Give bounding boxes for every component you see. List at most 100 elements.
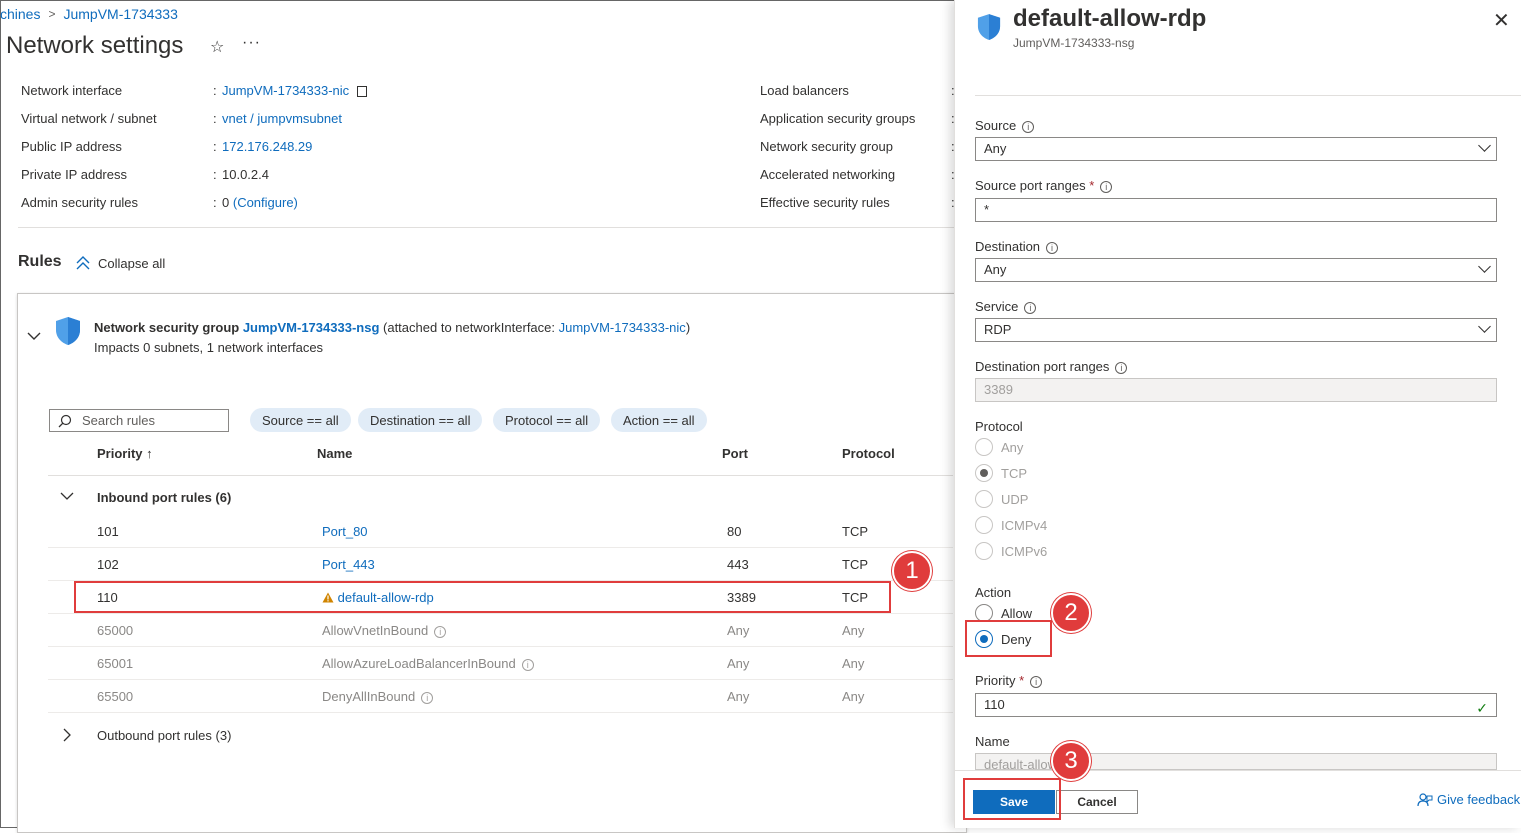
info-icon[interactable]: i [421,691,434,704]
source-port-ranges-input[interactable]: * [975,198,1497,222]
favorite-star-icon[interactable]: ☆ [210,37,224,57]
source-port-ranges-label: Source port ranges * i [975,178,1113,193]
info-icon[interactable]: i [1024,301,1037,314]
feedback-icon [1417,792,1433,806]
column-header-protocol[interactable]: Protocol [842,446,895,461]
source-value: Any [984,141,1007,156]
essentials-label: Network security group [760,139,893,154]
divider [18,227,958,228]
collapse-chevrons-icon [76,256,90,270]
rule-name-cell: AllowAzureLoadBalancerInBound i [322,656,534,671]
breadcrumb-virtual-machines[interactable]: chines [0,6,40,22]
protocol-option-icmpv6[interactable]: ICMPv6 [975,542,1047,560]
destination-value: Any [984,262,1007,277]
configure-link[interactable]: (Configure) [233,195,298,210]
colon: : [213,139,217,154]
radio-label: ICMPv4 [1001,517,1048,533]
radio-label: ICMPv6 [1001,543,1048,559]
rules-heading: Rules [18,253,62,270]
table-row[interactable]: 102 Port_443 443 TCP [48,548,953,581]
nsg-attached-text: (attached to networkInterface: [383,320,555,335]
cell-priority: 102 [97,557,119,572]
info-icon[interactable]: i [434,625,447,638]
cell-protocol: Any [842,656,865,671]
protocol-label: Protocol [975,419,1023,434]
colon: : [213,195,217,210]
nsg-name-link[interactable]: JumpVM-1734333-nsg [243,320,380,335]
service-value: RDP [984,322,1012,337]
rule-name-link[interactable]: Port_80 [322,524,368,539]
cell-priority: 65000 [97,623,134,638]
panel-subtitle: JumpVM-1734333-nsg [1013,36,1135,50]
chevron-down-icon[interactable] [26,330,42,342]
service-label: Service i [975,299,1037,314]
chevron-down-icon[interactable] [60,491,74,501]
network-interface-link[interactable]: JumpVM-1734333-nic [222,83,367,98]
copy-icon[interactable] [356,86,367,98]
collapse-all-label: Collapse all [98,255,166,271]
header-divider [48,475,953,476]
protocol-option-udp[interactable]: UDP [975,490,1028,508]
filter-pill-action[interactable]: Action == all [611,408,707,432]
edit-rule-panel: default-allow-rdp JumpVM-1734333-nsg ✕ S… [954,0,1521,828]
info-icon[interactable]: i [1030,675,1043,688]
more-options-icon[interactable]: ··· [242,34,261,52]
protocol-option-tcp[interactable]: TCP [975,464,1027,482]
cell-protocol: Any [842,623,865,638]
table-row[interactable]: 101 Port_80 80 TCP [48,515,953,548]
service-dropdown[interactable]: RDP [975,318,1497,342]
chevron-down-icon [1478,139,1491,152]
essentials-label: Application security groups [760,111,916,126]
nsg-attached-nic-link[interactable]: JumpVM-1734333-nic [559,320,686,335]
table-row[interactable]: 65001 AllowAzureLoadBalancerInBound i Any… [48,647,953,680]
chevron-down-icon [1478,260,1491,273]
info-icon[interactable]: i [1046,241,1059,254]
public-ip-link[interactable]: 172.176.248.29 [222,139,312,154]
rule-name-link[interactable]: Port_443 [322,557,375,572]
destination-dropdown[interactable]: Any [975,258,1497,282]
destination-port-ranges-input[interactable]: 3389 [975,378,1497,402]
filter-pill-protocol[interactable]: Protocol == all [493,408,601,432]
close-icon[interactable]: ✕ [1493,8,1510,33]
colon: : [213,111,217,126]
check-icon: ✓ [1476,700,1488,716]
info-icon[interactable]: i [1115,361,1128,374]
source-dropdown[interactable]: Any [975,137,1497,161]
search-rules-input[interactable]: Search rules [49,409,229,432]
essentials-row-public-ip: Public IP address : 172.176.248.29 Netwo… [0,139,955,155]
table-row[interactable]: 65500 DenyAllInBound i Any Any [48,680,953,713]
column-header-name[interactable]: Name [317,446,352,461]
annotation-badge-3: 3 [1051,741,1091,781]
filter-pill-destination[interactable]: Destination == all [358,408,483,432]
destination-port-ranges-label: Destination port ranges i [975,359,1128,374]
nsg-title: Network security group JumpVM-1734333-ns… [94,320,690,335]
cancel-button[interactable]: Cancel [1056,790,1138,814]
colon: : [213,83,217,98]
chevron-right-icon[interactable] [62,728,72,742]
protocol-option-any[interactable]: Any [975,438,1023,456]
filter-pill-source[interactable]: Source == all [250,408,351,432]
priority-input[interactable]: 110 ✓ [975,693,1497,717]
highlight-box-save [963,778,1061,820]
table-row[interactable]: 65000 AllowVnetInBound i Any Any [48,614,953,647]
info-icon[interactable]: i [521,658,534,671]
required-mark: * [1089,178,1095,193]
protocol-option-icmpv4[interactable]: ICMPv4 [975,516,1047,534]
column-header-port[interactable]: Port [722,446,748,461]
source-label: Source i [975,118,1035,133]
cell-port: Any [727,623,750,638]
cell-priority: 101 [97,524,119,539]
nsg-impacts: Impacts 0 subnets, 1 network interfaces [94,340,324,355]
nsg-shield-icon [56,317,80,345]
info-icon[interactable]: i [1022,120,1035,133]
info-icon[interactable]: i [1100,180,1113,193]
column-header-priority[interactable]: Priority ↑ [97,446,153,461]
panel-divider [975,95,1521,96]
rule-name-cell: DenyAllInBound i [322,689,434,704]
collapse-all-button[interactable]: Collapse all [74,254,165,272]
give-feedback-link[interactable]: Give feedback [1417,792,1520,807]
cell-protocol: Any [842,689,865,704]
vnet-subnet-link[interactable]: vnet / jumpvmsubnet [222,111,342,126]
breadcrumb-vm[interactable]: JumpVM-1734333 [63,6,177,22]
cell-protocol: TCP [842,557,868,572]
